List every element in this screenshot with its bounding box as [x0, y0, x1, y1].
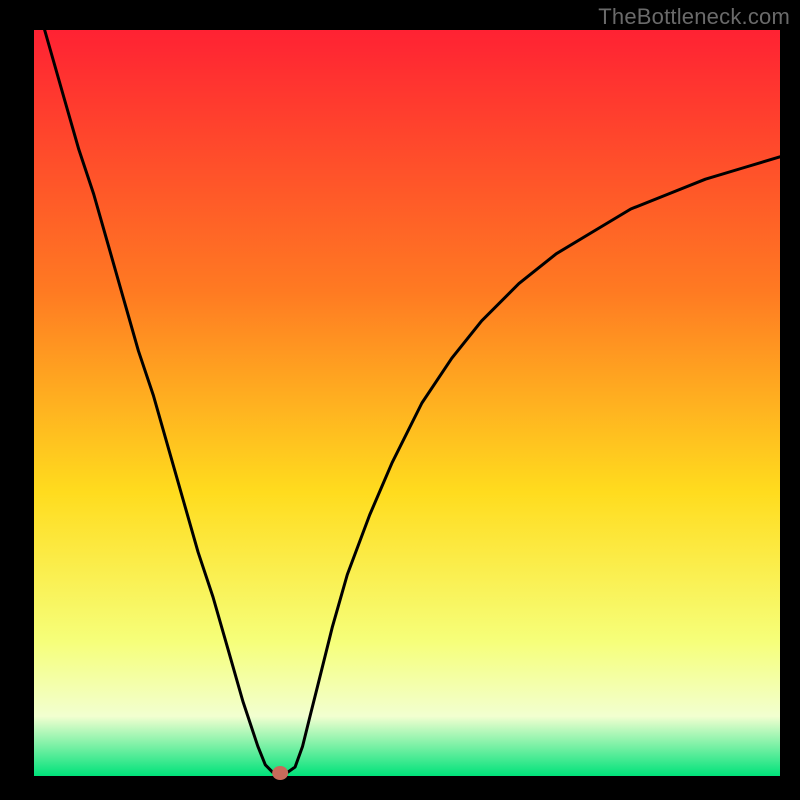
plot-background — [34, 30, 780, 776]
attribution-text: TheBottleneck.com — [598, 4, 790, 30]
optimum-marker — [272, 766, 288, 780]
chart-frame: { "attribution": "TheBottleneck.com", "c… — [0, 0, 800, 800]
bottleneck-chart — [0, 0, 800, 800]
